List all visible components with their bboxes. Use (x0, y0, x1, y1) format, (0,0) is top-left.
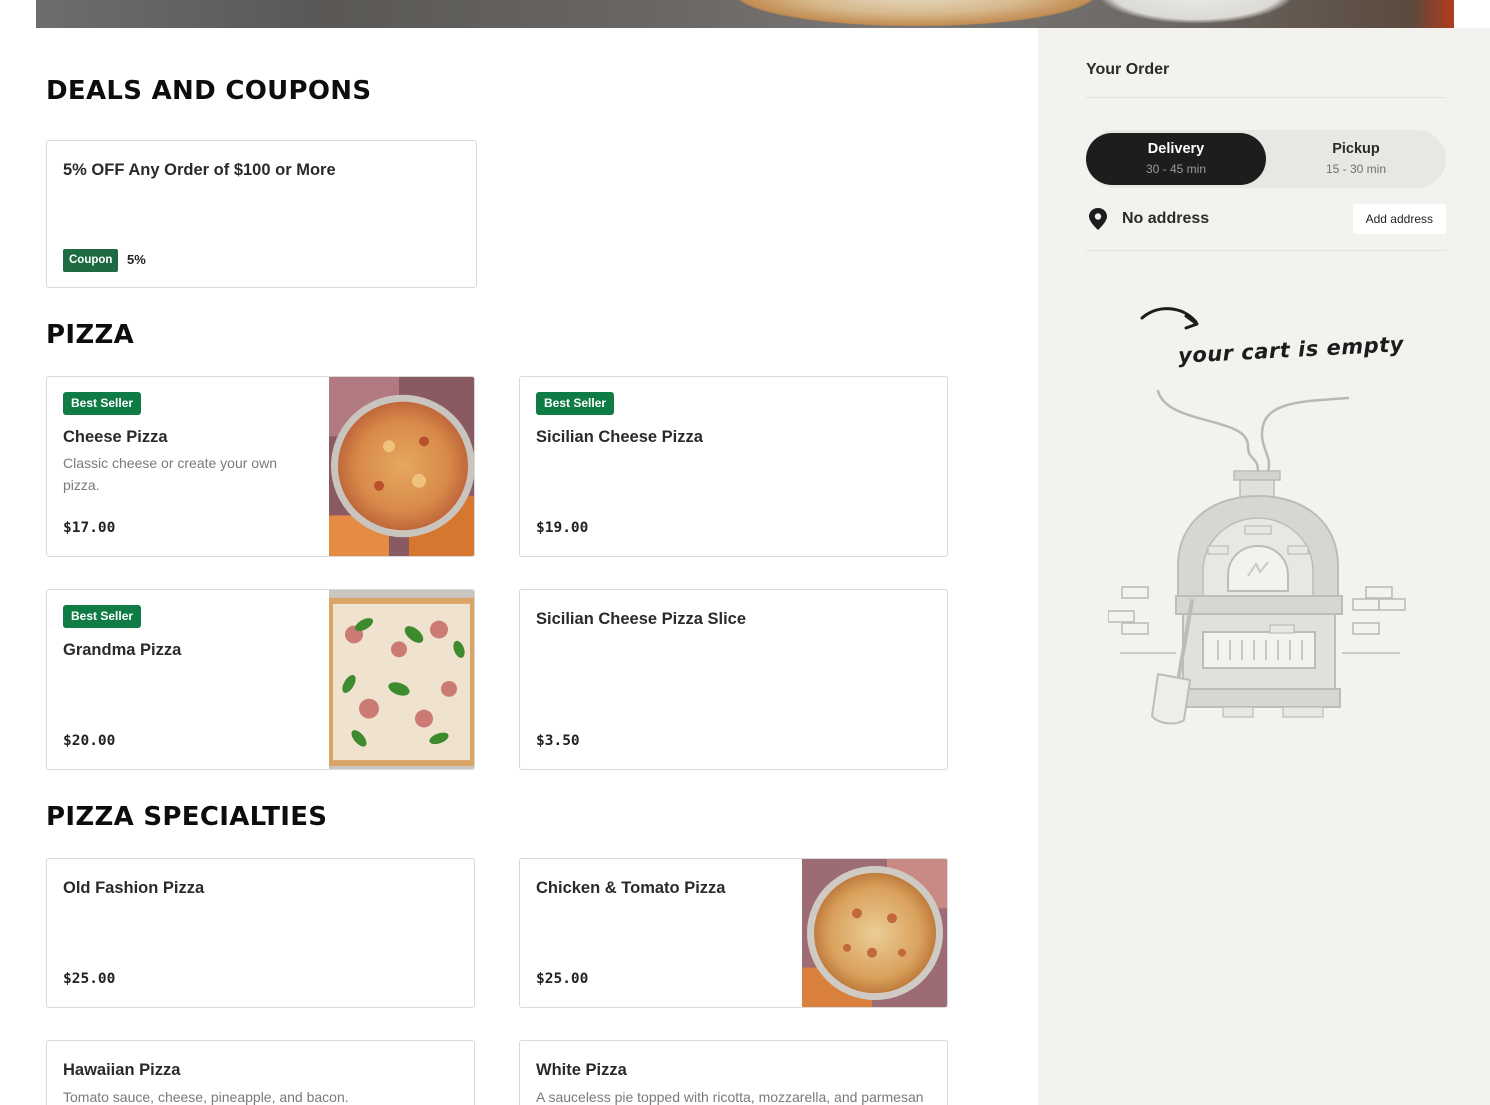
item-price: $25.00 (63, 971, 116, 987)
address-row: No address Add address (1086, 204, 1446, 234)
item-name: Sicilian Cheese Pizza (536, 428, 703, 446)
grandma-pizza-image (329, 590, 474, 769)
coupon-card[interactable]: 5% OFF Any Order of $100 or More Coupon … (46, 140, 477, 288)
item-description: Tomato sauce, cheese, pineapple, and bac… (63, 1089, 349, 1105)
section-title-pizza: PIZZA (46, 320, 135, 350)
best-seller-badge: Best Seller (536, 392, 615, 415)
item-name: Chicken & Tomato Pizza (536, 879, 726, 897)
delivery-label: Delivery (1147, 141, 1205, 157)
item-name: Sicilian Cheese Pizza Slice (536, 610, 747, 628)
menu-item-sicilian-cheese-pizza[interactable]: Best Seller Sicilian Cheese Pizza $19.00 (519, 376, 948, 557)
pickup-time: 15 - 30 min (1325, 162, 1387, 176)
item-description: A sauceless pie topped with ricotta, moz… (536, 1089, 924, 1105)
menu-item-hawaiian-pizza[interactable]: Hawaiian Pizza Tomato sauce, cheese, pin… (46, 1040, 475, 1105)
section-title-deals: DEALS AND COUPONS (46, 76, 372, 106)
cheese-pizza-image (329, 377, 474, 556)
menu-column: DEALS AND COUPONS 5% OFF Any Order of $1… (0, 28, 1038, 1105)
address-text: No address (1122, 210, 1210, 227)
chicken-tomato-pizza-image (802, 859, 947, 1007)
menu-item-cheese-pizza[interactable]: Best Seller Cheese Pizza Classic cheese … (46, 376, 475, 557)
pickup-option[interactable]: Pickup 15 - 30 min (1266, 133, 1446, 185)
item-name: Hawaiian Pizza (63, 1061, 181, 1079)
order-sidebar: Your Order Delivery 30 - 45 min Pickup 1… (1038, 28, 1490, 1105)
add-address-button[interactable]: Add address (1352, 204, 1446, 234)
pizza-crust-image (736, 0, 1096, 26)
order-title: Your Order (1086, 61, 1170, 78)
coupon-name: 5% OFF Any Order of $100 or More (63, 161, 336, 179)
menu-item-sicilian-slice[interactable]: Sicilian Cheese Pizza Slice $3.50 (519, 589, 948, 770)
section-title-specialties: PIZZA SPECIALTIES (46, 802, 328, 832)
plate-image (1096, 0, 1296, 24)
pickup-label: Pickup (1332, 141, 1380, 157)
divider (1086, 250, 1446, 251)
item-name: Grandma Pizza (63, 641, 182, 659)
item-name: Cheese Pizza (63, 428, 168, 446)
item-price: $3.50 (536, 733, 580, 749)
coupon-percent: 5% (127, 252, 146, 267)
menu-item-old-fashion-pizza[interactable]: Old Fashion Pizza $25.00 (46, 858, 475, 1008)
best-seller-badge: Best Seller (63, 605, 142, 628)
item-price: $19.00 (536, 520, 589, 536)
item-price: $17.00 (63, 520, 116, 536)
hero-image (36, 0, 1454, 28)
item-price: $20.00 (63, 733, 116, 749)
item-price: $25.00 (536, 971, 589, 987)
delivery-option[interactable]: Delivery 30 - 45 min (1086, 133, 1266, 185)
location-pin-icon (1089, 208, 1107, 230)
item-name: White Pizza (536, 1061, 627, 1079)
item-description: Classic cheese or create your own pizza. (63, 455, 277, 493)
fulfillment-toggle: Delivery 30 - 45 min Pickup 15 - 30 min (1086, 130, 1446, 188)
menu-item-white-pizza[interactable]: White Pizza A sauceless pie topped with … (519, 1040, 948, 1105)
delivery-time: 30 - 45 min (1145, 162, 1207, 176)
best-seller-badge: Best Seller (63, 392, 142, 415)
item-name: Old Fashion Pizza (63, 879, 205, 897)
divider (1086, 97, 1446, 98)
menu-item-chicken-tomato-pizza[interactable]: Chicken & Tomato Pizza $25.00 (519, 858, 948, 1008)
coupon-badge: Coupon (63, 249, 119, 272)
menu-item-grandma-pizza[interactable]: Best Seller Grandma Pizza $20.00 (46, 589, 475, 770)
arrow-icon (1140, 307, 1198, 324)
